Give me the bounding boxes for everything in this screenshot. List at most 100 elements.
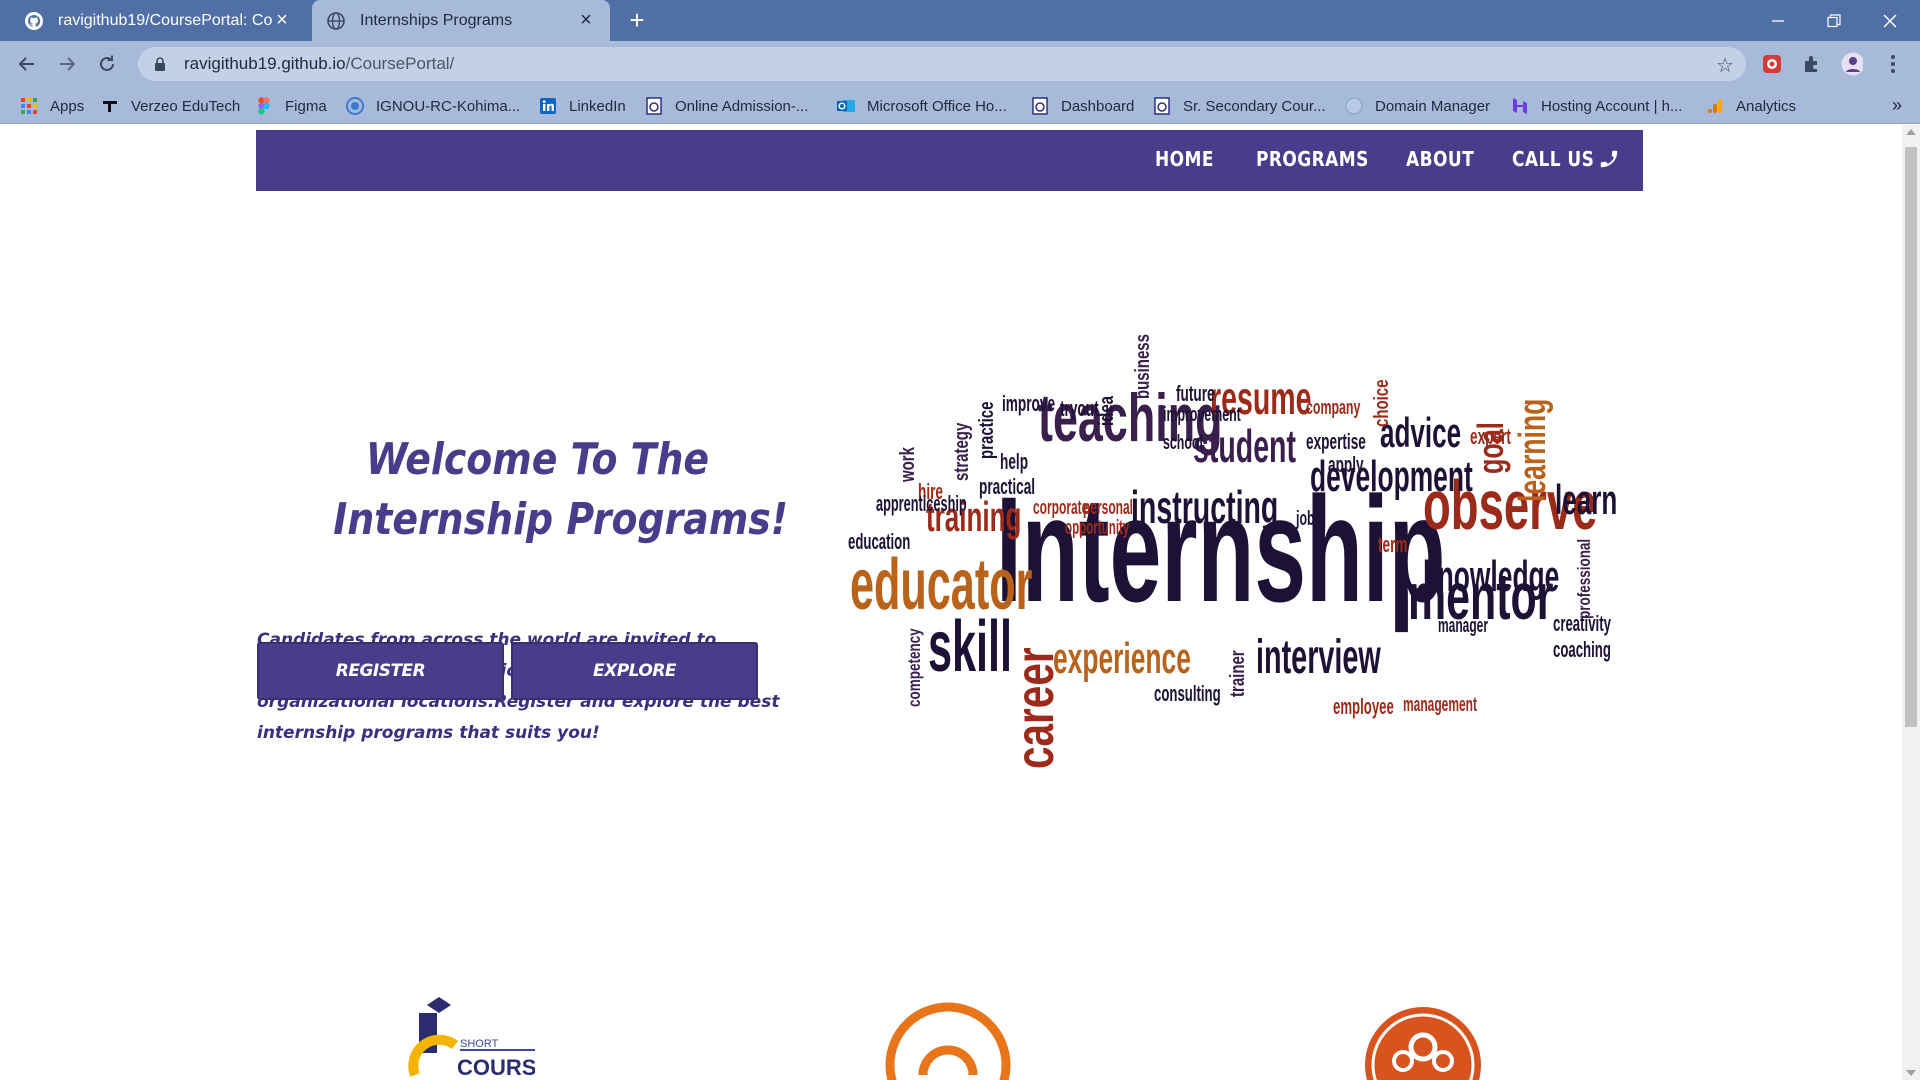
scrollbar-thumb[interactable] xyxy=(1905,147,1917,727)
nav-call-us-link[interactable]: CALL US xyxy=(1512,147,1594,171)
wordcloud-word: coaching xyxy=(1553,638,1611,662)
bookmark-ignou[interactable]: IGNOU-RC-Kohima... xyxy=(346,95,520,117)
back-arrow-icon[interactable] xyxy=(12,49,42,79)
tab-courseportal-repo[interactable]: ravigithub19/CoursePortal: Cours × xyxy=(10,0,306,41)
wordcloud-word: practical xyxy=(979,474,1035,499)
apps-grid-icon xyxy=(20,97,38,115)
wordcloud-word: expert xyxy=(1470,424,1511,449)
phone-icon[interactable] xyxy=(1598,148,1622,172)
scroll-up-arrow-icon[interactable] xyxy=(1906,129,1916,135)
wordcloud-word: learn xyxy=(1555,477,1617,524)
wordcloud-word: skill xyxy=(928,606,1012,687)
dashboard-icon xyxy=(1031,97,1049,115)
new-tab-button[interactable]: + xyxy=(624,7,650,34)
bookmarks-bar: Apps Verzeo EduTech Figma IGNOU-RC-Kohim… xyxy=(0,87,1920,124)
analytics-icon xyxy=(1706,97,1724,115)
admission-icon xyxy=(645,97,663,115)
bookmark-domain-manager[interactable]: Domain Manager xyxy=(1345,95,1490,117)
bookmark-label: Figma xyxy=(285,97,327,115)
wordcloud-word: help xyxy=(1000,449,1028,474)
internship-wordcloud-image: Internshipteachingeducatorobservementors… xyxy=(848,334,1617,769)
wordcloud-word: job xyxy=(1295,507,1314,530)
scroll-down-arrow-icon[interactable] xyxy=(1906,1070,1916,1076)
wordcloud-word: personal xyxy=(1083,497,1133,519)
browser-menu-icon[interactable] xyxy=(1882,53,1904,75)
community-people-icon xyxy=(1361,995,1491,1080)
tab-title: Internships Programs xyxy=(360,11,513,29)
bookmark-figma[interactable]: Figma xyxy=(255,95,327,117)
close-icon[interactable]: × xyxy=(576,9,596,31)
reload-icon[interactable] xyxy=(92,49,122,79)
page-scrollbar[interactable] xyxy=(1902,125,1920,1080)
wordcloud-word: opportunity xyxy=(1065,517,1129,539)
wordcloud-word: expertise xyxy=(1306,429,1366,454)
hero-title: Welcome To The Internship Programs! xyxy=(300,430,788,550)
url-host: ravigithub19.github.io xyxy=(184,54,346,73)
wordcloud-word: employee xyxy=(1333,695,1394,719)
wordcloud-word: corporate xyxy=(1033,497,1088,519)
bookmark-analytics[interactable]: Analytics xyxy=(1706,95,1796,117)
extensions-puzzle-icon[interactable] xyxy=(1801,53,1823,75)
nav-about-link[interactable]: ABOUT xyxy=(1406,147,1474,171)
url-text[interactable]: ravigithub19.github.io/CoursePortal/ xyxy=(184,54,454,74)
more-bookmarks-button[interactable]: » xyxy=(1892,95,1902,116)
tab-internships-programs[interactable]: Internships Programs × xyxy=(312,0,610,41)
address-bar[interactable]: ravigithub19.github.io/CoursePortal/ ☆ xyxy=(138,47,1746,81)
bookmark-hosting-account[interactable]: Hosting Account | h... xyxy=(1511,95,1682,117)
wordcloud-word: idea xyxy=(1095,396,1118,426)
bookmark-label: Sr. Secondary Cour... xyxy=(1183,97,1326,115)
forward-arrow-icon[interactable] xyxy=(52,49,82,79)
bookmark-label: Analytics xyxy=(1736,97,1797,115)
bookmark-apps[interactable]: Apps xyxy=(20,95,84,117)
bookmark-label: Online Admission-... xyxy=(675,97,809,115)
wordcloud-word: work xyxy=(896,447,919,483)
nav-programs-link[interactable]: PROGRAMS xyxy=(1256,147,1369,171)
bookmark-star-icon[interactable]: ☆ xyxy=(1716,53,1734,78)
close-window-icon[interactable] xyxy=(1862,0,1918,41)
wordcloud-word: interview xyxy=(1256,631,1381,684)
bookmark-label: IGNOU-RC-Kohima... xyxy=(376,97,521,115)
wordcloud-word: creativity xyxy=(1553,612,1611,636)
wordcloud-word: improvement xyxy=(1163,403,1241,426)
bookmark-linkedin[interactable]: LinkedIn xyxy=(539,95,626,117)
wordcloud-word: learning xyxy=(1510,399,1553,502)
wordcloud-word: trainer xyxy=(1226,650,1249,697)
ignou-icon xyxy=(346,97,364,115)
url-path: /CoursePortal/ xyxy=(345,54,455,73)
extension-red-icon[interactable] xyxy=(1761,53,1783,75)
logo-small-text: SHORT xyxy=(460,1038,499,1050)
bookmark-online-admission[interactable]: Online Admission-... xyxy=(645,95,808,117)
wordcloud-word: professional xyxy=(1575,539,1594,619)
wordcloud-word: tryout xyxy=(1060,396,1099,421)
register-button[interactable]: REGISTER xyxy=(257,642,504,700)
tab-title: ravigithub19/CoursePortal: Cours xyxy=(58,11,272,29)
wordcloud-word: apply xyxy=(1328,452,1364,477)
bookmark-verzeo[interactable]: Verzeo EduTech xyxy=(101,95,240,117)
site-navbar: HOME PROGRAMS ABOUT CALL US xyxy=(256,130,1643,191)
lock-icon[interactable] xyxy=(152,56,168,72)
minimize-icon[interactable] xyxy=(1750,0,1806,41)
linkedin-icon xyxy=(539,97,557,115)
bookmark-label: Hosting Account | h... xyxy=(1541,97,1683,115)
bookmark-dashboard[interactable]: Dashboard xyxy=(1031,95,1134,117)
wordcloud-word: instructing xyxy=(1131,482,1278,534)
bookmark-microsoft-office[interactable]: Microsoft Office Ho... xyxy=(837,95,1007,117)
wordcloud-word: practice xyxy=(975,401,998,459)
bookmark-sr-secondary[interactable]: Sr. Secondary Cour... xyxy=(1153,95,1326,117)
browser-toolbar: ravigithub19.github.io/CoursePortal/ ☆ xyxy=(0,41,1920,87)
figma-icon xyxy=(255,97,273,115)
profile-avatar[interactable] xyxy=(1841,52,1863,76)
nios-icon xyxy=(1153,97,1171,115)
verzeo-icon xyxy=(101,97,119,115)
bookmark-label: Microsoft Office Ho... xyxy=(867,97,1007,115)
wordcloud-word: manager xyxy=(1438,615,1488,637)
page-viewport: HOME PROGRAMS ABOUT CALL US Welcome To T… xyxy=(0,125,1902,1080)
explore-button[interactable]: EXPLORE xyxy=(511,642,758,700)
restore-icon[interactable] xyxy=(1806,0,1862,41)
wordcloud-word: choice xyxy=(1370,379,1393,427)
wordcloud-word: competency xyxy=(905,628,924,707)
nav-home-link[interactable]: HOME xyxy=(1155,147,1214,171)
close-icon[interactable]: × xyxy=(272,9,292,31)
wordcloud-word: business xyxy=(1131,334,1154,399)
wordcloud-word: student xyxy=(1193,421,1296,473)
